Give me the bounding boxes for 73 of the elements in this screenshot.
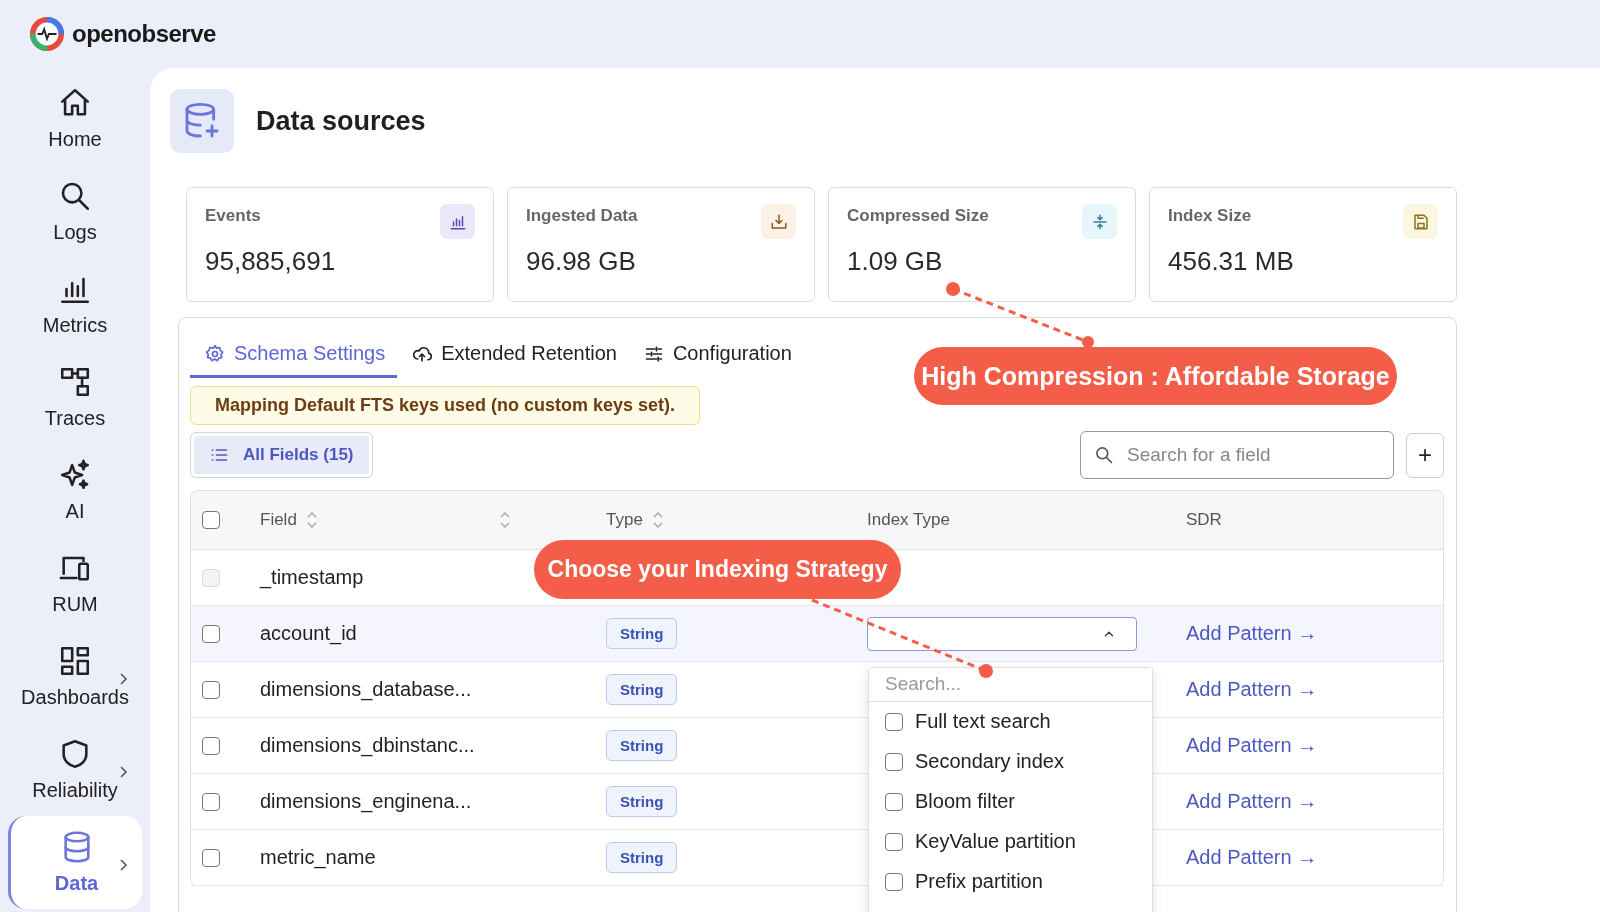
dashboard-icon: [58, 644, 92, 678]
nav-item[interactable]: Reliability: [8, 723, 142, 816]
add-pattern-link[interactable]: Add Pattern →: [1175, 790, 1443, 813]
type-tag: String: [606, 674, 678, 705]
stat-value: 95,885,691: [205, 246, 337, 277]
stat-label: Ingested Data: [526, 206, 638, 226]
field-name: dimensions_enginena...: [259, 790, 473, 813]
type-tag: String: [606, 730, 678, 761]
nav-item[interactable]: Home: [8, 72, 142, 165]
menu-option[interactable]: Prefix partition: [869, 861, 1152, 902]
checkbox[interactable]: [202, 624, 220, 643]
checkbox[interactable]: [885, 872, 903, 891]
nav-item[interactable]: Metrics: [8, 258, 142, 351]
nav-item[interactable]: AI: [8, 444, 142, 537]
nav-item[interactable]: RUM: [8, 537, 142, 630]
stat-value: 1.09 GB: [847, 246, 944, 277]
tab[interactable]: Extended Retention: [397, 332, 629, 378]
stat-label: Compressed Size: [847, 206, 989, 226]
type-tag: String: [606, 842, 678, 873]
checkbox[interactable]: [885, 712, 903, 731]
callout-label: Choose your Indexing Strategy: [534, 540, 901, 599]
field-name: dimensions_database...: [259, 678, 473, 701]
settings-icon: [205, 343, 225, 364]
checkbox[interactable]: [885, 832, 903, 851]
nav-item[interactable]: Logs: [8, 165, 142, 258]
menu-option[interactable]: Full text search: [869, 701, 1152, 742]
menu-option[interactable]: KeyValue partition: [869, 821, 1152, 862]
tab[interactable]: Configuration: [628, 332, 804, 378]
add-button[interactable]: +: [1406, 432, 1444, 478]
add-pattern-link[interactable]: Add Pattern →: [1175, 678, 1443, 701]
notice-banner: Mapping Default FTS keys used (no custom keys set).: [190, 386, 701, 425]
stat-value: 456.31 MB: [1168, 246, 1295, 277]
brand-name: openobserve: [72, 20, 216, 48]
field-name: account_id: [259, 622, 358, 645]
search-icon: [1094, 445, 1114, 465]
checkbox[interactable]: [202, 848, 220, 867]
menu-option[interactable]: Secondary index: [869, 741, 1152, 782]
field-name: metric_name: [259, 846, 377, 869]
checkbox[interactable]: [202, 511, 220, 529]
hierarchy-icon: [58, 365, 92, 399]
logo-icon: [28, 15, 66, 53]
stat-label: Index Size: [1168, 206, 1252, 226]
column-header: SDR: [1186, 510, 1222, 530]
tray-download-icon: [769, 212, 788, 231]
field-name: dimensions_dbinstanc...: [259, 734, 476, 757]
column-header: Type: [606, 510, 643, 530]
search-field[interactable]: Search for a field: [1080, 431, 1394, 479]
page-title: Data sources: [256, 105, 426, 137]
callout-label: High Compression : Affordable Storage: [914, 347, 1397, 405]
compress-icon: [1090, 212, 1109, 231]
checkbox[interactable]: [885, 792, 903, 811]
add-pattern-link[interactable]: Add Pattern →: [1175, 734, 1443, 757]
column-header: Field: [260, 510, 297, 530]
column-header: Index Type: [867, 510, 950, 530]
index-type-select[interactable]: [867, 616, 1137, 651]
all-fields-button[interactable]: All Fields (15): [190, 432, 373, 478]
checkbox[interactable]: [885, 752, 903, 771]
menu-option[interactable]: Bloom filter: [869, 781, 1152, 822]
dropdown-search-field[interactable]: Search...: [869, 667, 1152, 702]
checkbox[interactable]: [202, 736, 220, 755]
tab[interactable]: Schema Settings: [190, 332, 398, 378]
add-pattern-link[interactable]: Add Pattern →: [1175, 846, 1443, 869]
type-tag: String: [606, 618, 678, 649]
checkbox[interactable]: [202, 680, 220, 699]
nav-item[interactable]: Dashboards: [8, 630, 142, 723]
checkbox[interactable]: [202, 792, 220, 811]
stat-value: 96.98 GB: [526, 246, 637, 277]
nav-item[interactable]: Data: [8, 816, 142, 909]
sparkle-icon: [58, 458, 92, 492]
type-tag: String: [606, 786, 678, 817]
stat-label: Events: [205, 206, 261, 226]
nav-item[interactable]: Traces: [8, 351, 142, 444]
add-pattern-link[interactable]: Add Pattern →: [1175, 622, 1443, 645]
